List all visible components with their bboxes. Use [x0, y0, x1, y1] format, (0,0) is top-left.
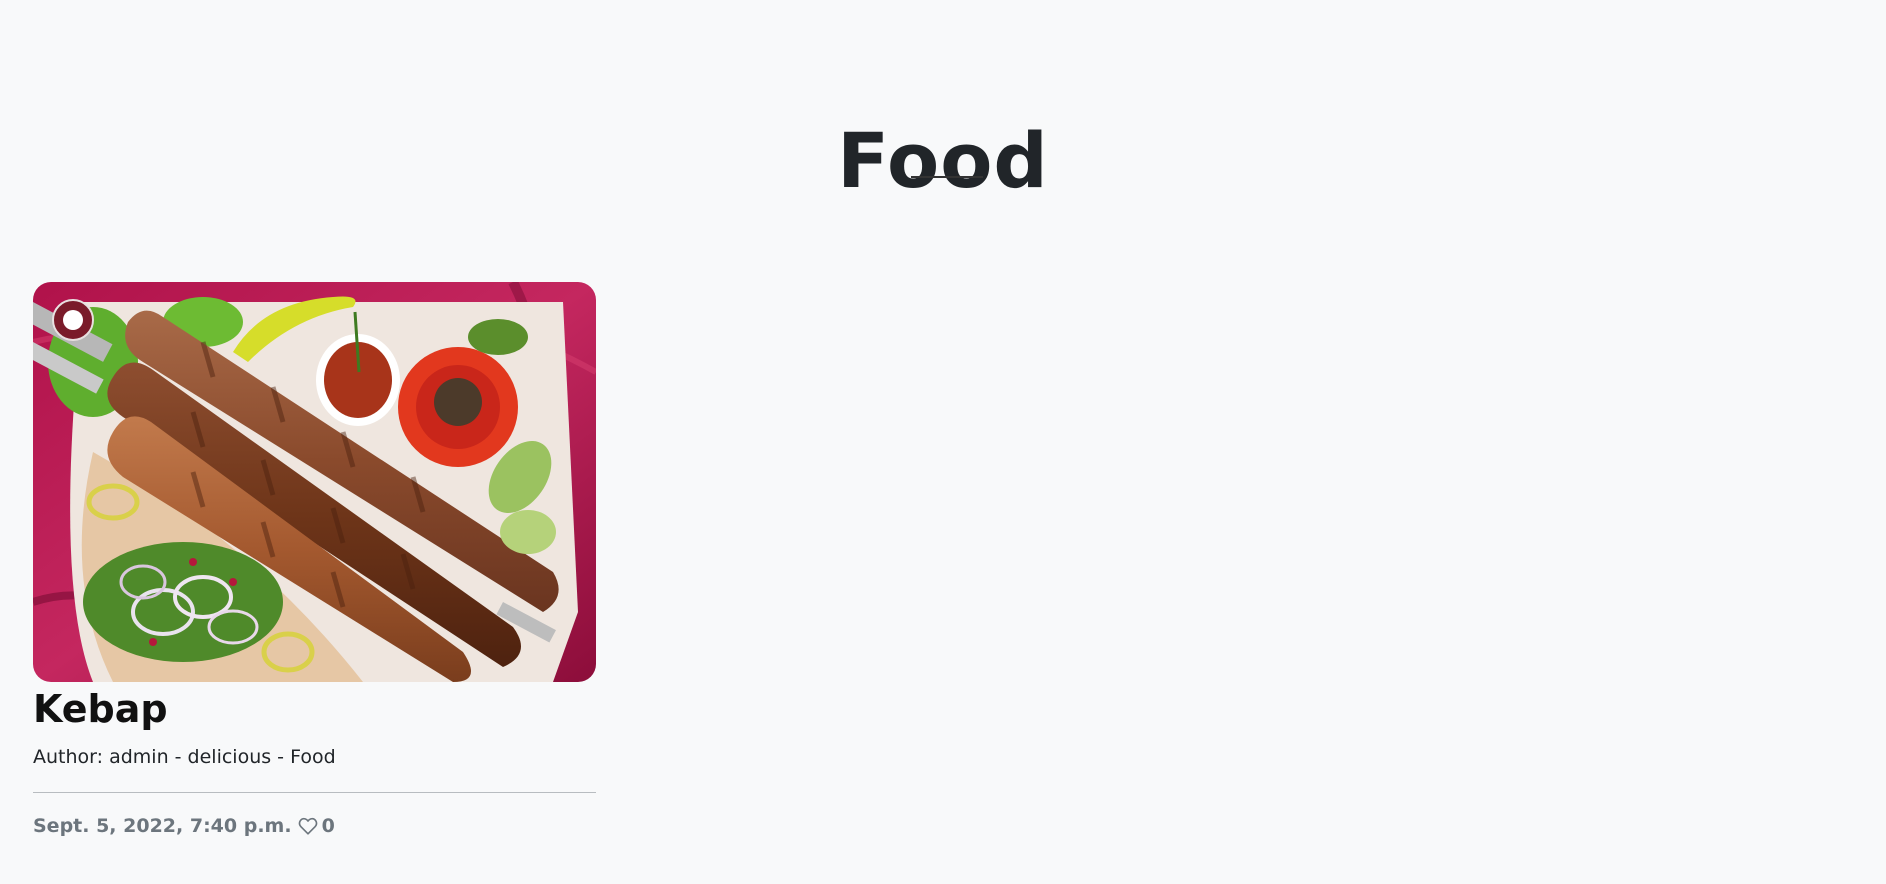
post-divider: [33, 792, 596, 793]
post-image[interactable]: [33, 282, 596, 682]
post-footer: Sept. 5, 2022, 7:40 p.m. 0: [33, 813, 596, 839]
like-count: 0: [321, 815, 335, 837]
post-meta: Author: admin - delicious - Food: [33, 746, 336, 768]
page-title: Food: [837, 115, 1049, 205]
post-card: Kebap Author: admin - delicious - Food S…: [33, 282, 596, 839]
post-date: Sept. 5, 2022, 7:40 p.m.: [33, 815, 292, 837]
title-divider: [911, 176, 983, 178]
heart-icon[interactable]: [298, 817, 318, 835]
post-title[interactable]: Kebap: [33, 684, 596, 734]
